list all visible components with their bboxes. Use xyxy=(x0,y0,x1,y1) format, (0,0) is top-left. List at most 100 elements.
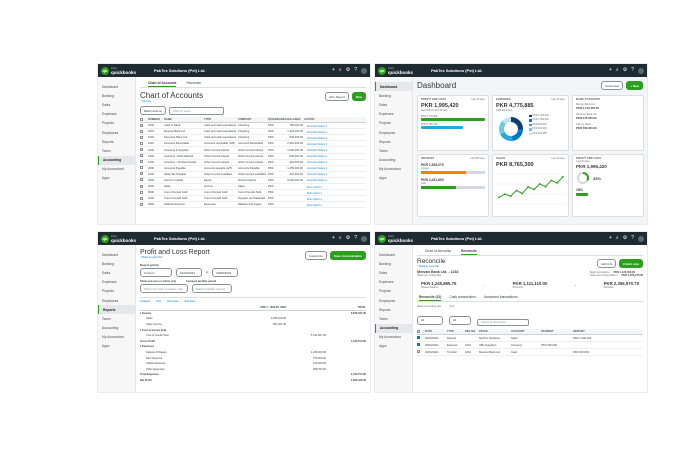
account-action-link[interactable]: Account history ▾ xyxy=(304,130,334,134)
sales-point[interactable] xyxy=(521,192,524,194)
nav-reports[interactable]: Reports xyxy=(98,305,135,315)
nav-expenses[interactable]: Expenses xyxy=(375,110,412,119)
row-checkbox[interactable] xyxy=(417,336,420,340)
from-date-input[interactable]: 01/04/2024 xyxy=(176,268,202,277)
account-action-link[interactable]: Account history ▾ xyxy=(304,166,334,170)
account-action-link[interactable]: Run report ▾ xyxy=(304,185,334,189)
row-checkbox[interactable] xyxy=(140,135,143,139)
row-checkbox[interactable] xyxy=(417,350,420,354)
nav-projects[interactable]: Projects xyxy=(98,287,135,296)
sales-point[interactable] xyxy=(509,194,512,197)
nav-banking[interactable]: Banking xyxy=(98,259,135,268)
sort-link[interactable]: Sort xyxy=(156,300,161,303)
nav-dashboard[interactable]: Dashboard xyxy=(98,82,135,91)
help-icon[interactable]: ? xyxy=(354,68,357,73)
nav-accounting[interactable]: Accounting xyxy=(98,324,135,333)
row-checkbox[interactable] xyxy=(140,148,143,152)
account-action-link[interactable]: Run report ▾ xyxy=(304,191,334,195)
nav-apps[interactable]: Apps xyxy=(375,342,412,351)
nav-reports[interactable]: Reports xyxy=(375,305,412,314)
nav-taxes[interactable]: Taxes xyxy=(98,146,135,155)
nav-sales[interactable]: Sales xyxy=(98,100,135,109)
save-customization-button[interactable]: Save customization xyxy=(329,251,366,260)
row-checkbox[interactable] xyxy=(140,123,143,127)
account-action-link[interactable]: Account history ▾ xyxy=(304,178,334,182)
nav-taxes[interactable]: Taxes xyxy=(98,314,135,323)
avatar[interactable] xyxy=(638,67,644,74)
back-link[interactable]: < Back to reconcile xyxy=(417,265,459,268)
tab-reconcile[interactable]: Reconcile xyxy=(186,80,200,87)
nav-expenses[interactable]: Expenses xyxy=(375,278,412,287)
plus-icon[interactable]: + xyxy=(332,236,335,241)
tab-reconcile-list[interactable]: Reconcile (12) xyxy=(419,294,442,301)
tab-chart-of-accounts[interactable]: Chart of Accounts xyxy=(148,80,177,87)
nav-employees[interactable]: Employees xyxy=(98,128,135,137)
sales-point[interactable] xyxy=(503,192,506,195)
tab-chart-of-accounts[interactable]: Chart of Accounts xyxy=(425,248,451,255)
nav-reports[interactable]: Reports xyxy=(98,137,135,146)
avatar[interactable] xyxy=(361,67,367,74)
bank-account-item[interactable]: Meezan Bank Ltd. PKR 1,123,450.00 xyxy=(576,103,640,110)
search-icon[interactable]: ⌕ xyxy=(616,68,619,73)
add-notes-link[interactable]: Add notes xyxy=(167,300,179,303)
nav-sales[interactable]: Sales xyxy=(375,268,412,277)
date-filter-select[interactable]: All xyxy=(417,315,443,325)
sales-point[interactable] xyxy=(556,181,559,184)
nav-my-accountant[interactable]: My Accountant xyxy=(98,165,135,174)
select-all-checkbox[interactable] xyxy=(417,329,420,333)
nav-banking[interactable]: Banking xyxy=(375,259,412,268)
sales-point[interactable] xyxy=(533,188,535,190)
row-checkbox[interactable] xyxy=(140,202,143,206)
account-action-link[interactable]: Account history ▾ xyxy=(304,148,334,152)
tab-reconcile[interactable]: Reconcile xyxy=(461,248,477,255)
sales-card[interactable]: SALES Last 30 days PKR 8,765,300 xyxy=(492,154,569,217)
customize-button[interactable]: Customize xyxy=(304,251,327,260)
table-row[interactable]: 30/04/2024 Expense 1001 ABC Suppliers Invent… xyxy=(417,342,643,350)
nav-projects[interactable]: Projects xyxy=(375,119,412,128)
all-lists-link[interactable]: < All Lists xyxy=(140,100,203,103)
sales-point[interactable] xyxy=(550,178,553,181)
new-button[interactable]: + New xyxy=(626,81,643,90)
nav-dashboard[interactable]: Dashboard xyxy=(98,250,135,259)
nav-my-accountant[interactable]: My Accountant xyxy=(375,333,412,342)
bank-accounts-card[interactable]: BANK ACCOUNTS Meezan Bank Ltd. PKR 1,123,… xyxy=(572,95,644,151)
filter-input[interactable]: Filter by name xyxy=(169,106,225,115)
nav-employees[interactable]: Employees xyxy=(375,296,412,305)
nav-taxes[interactable]: Taxes xyxy=(375,146,412,155)
sales-point[interactable] xyxy=(498,196,500,198)
nav-expenses[interactable]: Expenses xyxy=(98,110,135,119)
nav-sales[interactable]: Sales xyxy=(375,100,412,109)
gear-icon[interactable]: ⚙ xyxy=(623,236,627,241)
nav-taxes[interactable]: Taxes xyxy=(375,314,412,323)
nav-employees[interactable]: Employees xyxy=(98,296,135,305)
expenses-card[interactable]: EXPENSES Last 30 days PKR 4,775,885 Total… xyxy=(492,95,569,151)
avatar[interactable] xyxy=(638,235,644,242)
select-all-checkbox[interactable] xyxy=(140,117,143,121)
row-checkbox[interactable] xyxy=(140,141,143,145)
bank-account-item[interactable]: Cash in Hand PKR 780,000.00 xyxy=(576,123,640,130)
sales-point[interactable] xyxy=(527,185,529,188)
nav-reports[interactable]: Reports xyxy=(375,137,412,146)
nav-apps[interactable]: Apps xyxy=(98,174,135,183)
account-action-link[interactable]: Account history ▾ xyxy=(304,172,334,176)
row-checkbox[interactable] xyxy=(140,154,143,158)
account-action-link[interactable]: Run report ▾ xyxy=(304,197,334,201)
table-row[interactable]: 6000 Salaries Expense Expenses Salaries and… xyxy=(140,202,366,209)
account-action-link[interactable]: Account history ▾ xyxy=(304,136,334,140)
sales-point[interactable] xyxy=(538,182,541,185)
nav-apps[interactable]: Apps xyxy=(98,342,135,351)
sales-point[interactable] xyxy=(544,185,547,187)
back-link[interactable]: < Back to report list xyxy=(140,256,210,259)
bank-account-item[interactable]: Payoneer Bank Ltd. PKR 545,000.00 xyxy=(576,113,640,120)
batch-actions-dropdown[interactable]: Batch actions xyxy=(140,106,167,115)
plus-icon[interactable]: + xyxy=(609,236,612,241)
sales-point[interactable] xyxy=(562,175,564,178)
gear-icon[interactable]: ⚙ xyxy=(346,236,350,241)
nav-dashboard[interactable]: Dashboard xyxy=(375,82,412,92)
nav-my-accountant[interactable]: My Accountant xyxy=(98,333,135,342)
sales-point[interactable] xyxy=(515,189,518,191)
type-filter-select[interactable]: All xyxy=(449,315,471,325)
row-checkbox[interactable] xyxy=(140,178,143,182)
help-icon[interactable]: ? xyxy=(631,68,634,73)
donut-slice[interactable] xyxy=(511,128,523,141)
